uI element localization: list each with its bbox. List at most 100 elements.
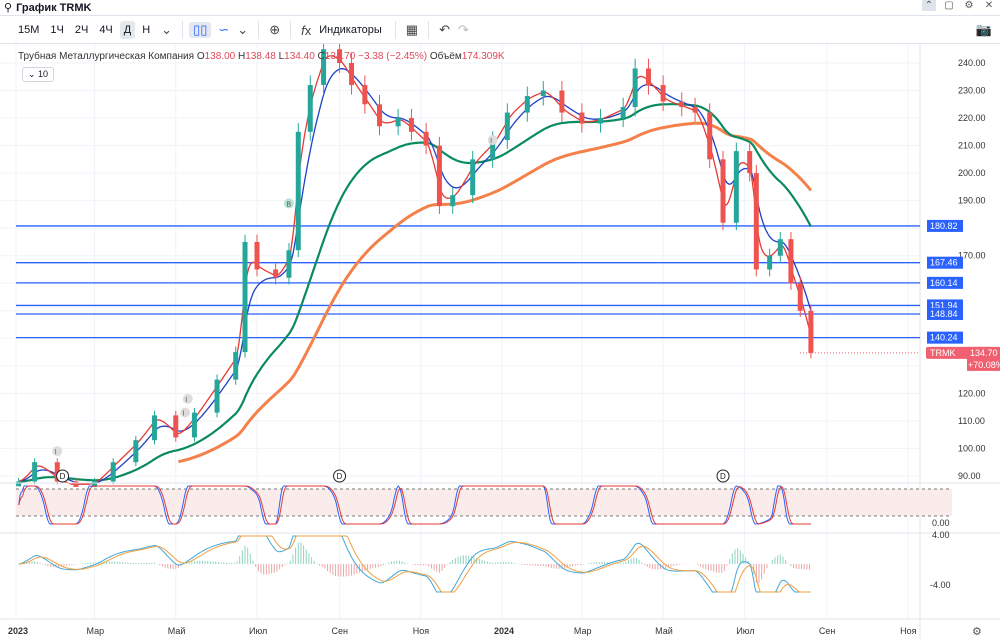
level-price-label: 167.46 [930, 258, 958, 268]
redo-icon[interactable]: ↷ [454, 22, 473, 38]
candle-body [524, 96, 530, 113]
event-marker [182, 393, 193, 404]
candle [450, 187, 456, 214]
interval-1h[interactable]: 1Ч [46, 21, 67, 39]
candle [242, 234, 248, 358]
chevron-down-icon[interactable]: ⌄ [157, 22, 176, 38]
candle-body [173, 415, 179, 438]
indicator-count: 10 [38, 69, 49, 79]
candle [470, 150, 476, 204]
price-tick-label: 210.00 [958, 141, 986, 151]
candle [191, 407, 197, 442]
time-tick-label: 2023 [8, 626, 28, 636]
candle-body [233, 352, 239, 380]
interval-week[interactable]: Н [138, 21, 154, 39]
time-tick-label: Мар [87, 626, 105, 636]
interval-day[interactable]: Д [119, 21, 136, 39]
candle-body [395, 118, 401, 127]
candle [579, 103, 585, 133]
candle-body [273, 269, 279, 278]
event-marker-label: B [286, 201, 291, 208]
divider [290, 21, 292, 39]
candles-icon[interactable]: ▯▯ [189, 22, 212, 38]
layouts-icon[interactable]: ▦ [402, 22, 422, 38]
ma-fast-line [18, 55, 812, 485]
candle [133, 435, 139, 467]
low-value: 134.40 [284, 51, 315, 62]
undo-icon[interactable]: ↶ [435, 22, 454, 38]
time-tick-label: Сен [332, 626, 349, 636]
instrument-name: Трубная Металлургическая Компания [18, 51, 195, 62]
candle [540, 81, 546, 106]
candle-body [808, 310, 814, 353]
dividend-marker-label: D [720, 472, 726, 481]
price-tick-label: 230.00 [958, 86, 986, 96]
camera-icon[interactable]: 📷 [976, 22, 992, 38]
chevron-up-icon[interactable]: ⌃ [922, 0, 936, 11]
price-tick-label: 240.00 [958, 58, 986, 68]
candle-body [423, 131, 429, 146]
window-icon[interactable]: ▢ [942, 0, 956, 11]
candle-body [797, 283, 803, 311]
stoch-tick-label: 0.00 [932, 518, 950, 528]
settings-icon: ⚙ [972, 626, 982, 638]
candle-body [295, 131, 301, 251]
candle-body [151, 415, 157, 441]
close-label: C [317, 51, 325, 62]
candle-body [408, 118, 414, 132]
interval-4h[interactable]: 4Ч [95, 21, 116, 39]
candle-body [362, 85, 368, 105]
search-icon[interactable]: ⚲ [4, 1, 12, 14]
candle [214, 374, 220, 418]
candle-body [598, 118, 604, 124]
gear-icon[interactable]: ⚙ [962, 0, 976, 11]
last-price-label: 134.70 [970, 348, 998, 358]
divider [182, 21, 184, 39]
candle [362, 75, 368, 114]
time-tick-label: Май [655, 626, 673, 636]
interval-2h[interactable]: 2Ч [71, 21, 92, 39]
event-marker-label: I [183, 411, 185, 418]
candle-body [540, 90, 546, 97]
candle [408, 108, 414, 141]
candle [273, 262, 279, 285]
candle [173, 410, 179, 442]
candle-body [679, 101, 685, 108]
candle [307, 75, 313, 141]
candle-body [73, 481, 79, 487]
divider [428, 21, 430, 39]
candle-body [191, 412, 197, 438]
volume-value: 174.309K [461, 51, 505, 62]
indicators-button[interactable]: Индикаторы [315, 21, 386, 39]
candle-body [242, 241, 248, 353]
candle [733, 142, 739, 231]
candle [632, 58, 638, 117]
event-marker [52, 446, 63, 457]
candle-body [349, 63, 355, 86]
candle [110, 458, 116, 485]
level-price-label: 148.84 [930, 309, 958, 319]
candle [598, 108, 604, 133]
add-compare-icon[interactable]: ⊕ [265, 22, 284, 38]
stoch-band [16, 489, 952, 516]
chevron-down-icon[interactable]: ⌄ [233, 22, 252, 38]
price-chart[interactable]: 240.00230.00220.00210.00200.00190.00170.… [0, 44, 1000, 639]
change-value: −3.38 (−2.45%) [358, 51, 428, 62]
close-icon[interactable]: ✕ [982, 0, 996, 11]
candle-body [32, 462, 38, 482]
candle [436, 136, 442, 214]
candle [151, 410, 157, 445]
candle-body [733, 151, 739, 223]
candle [376, 95, 382, 136]
dividend-marker-label: D [337, 472, 343, 481]
title-bar: ⚲ График TRMK ⌃ ▢ ⚙ ✕ [0, 0, 1000, 16]
level-price-label: 160.14 [930, 278, 958, 288]
candle-body [16, 481, 22, 487]
line-chart-icon[interactable]: ∽ [214, 22, 233, 38]
interval-15m[interactable]: 15M [14, 21, 43, 39]
candle-body [707, 112, 713, 160]
indicators-collapse-button[interactable]: ⌄ 10 [22, 67, 55, 82]
time-tick-label: Ноя [413, 626, 430, 636]
candle [32, 458, 38, 485]
fx-icon[interactable]: fx [297, 23, 315, 38]
